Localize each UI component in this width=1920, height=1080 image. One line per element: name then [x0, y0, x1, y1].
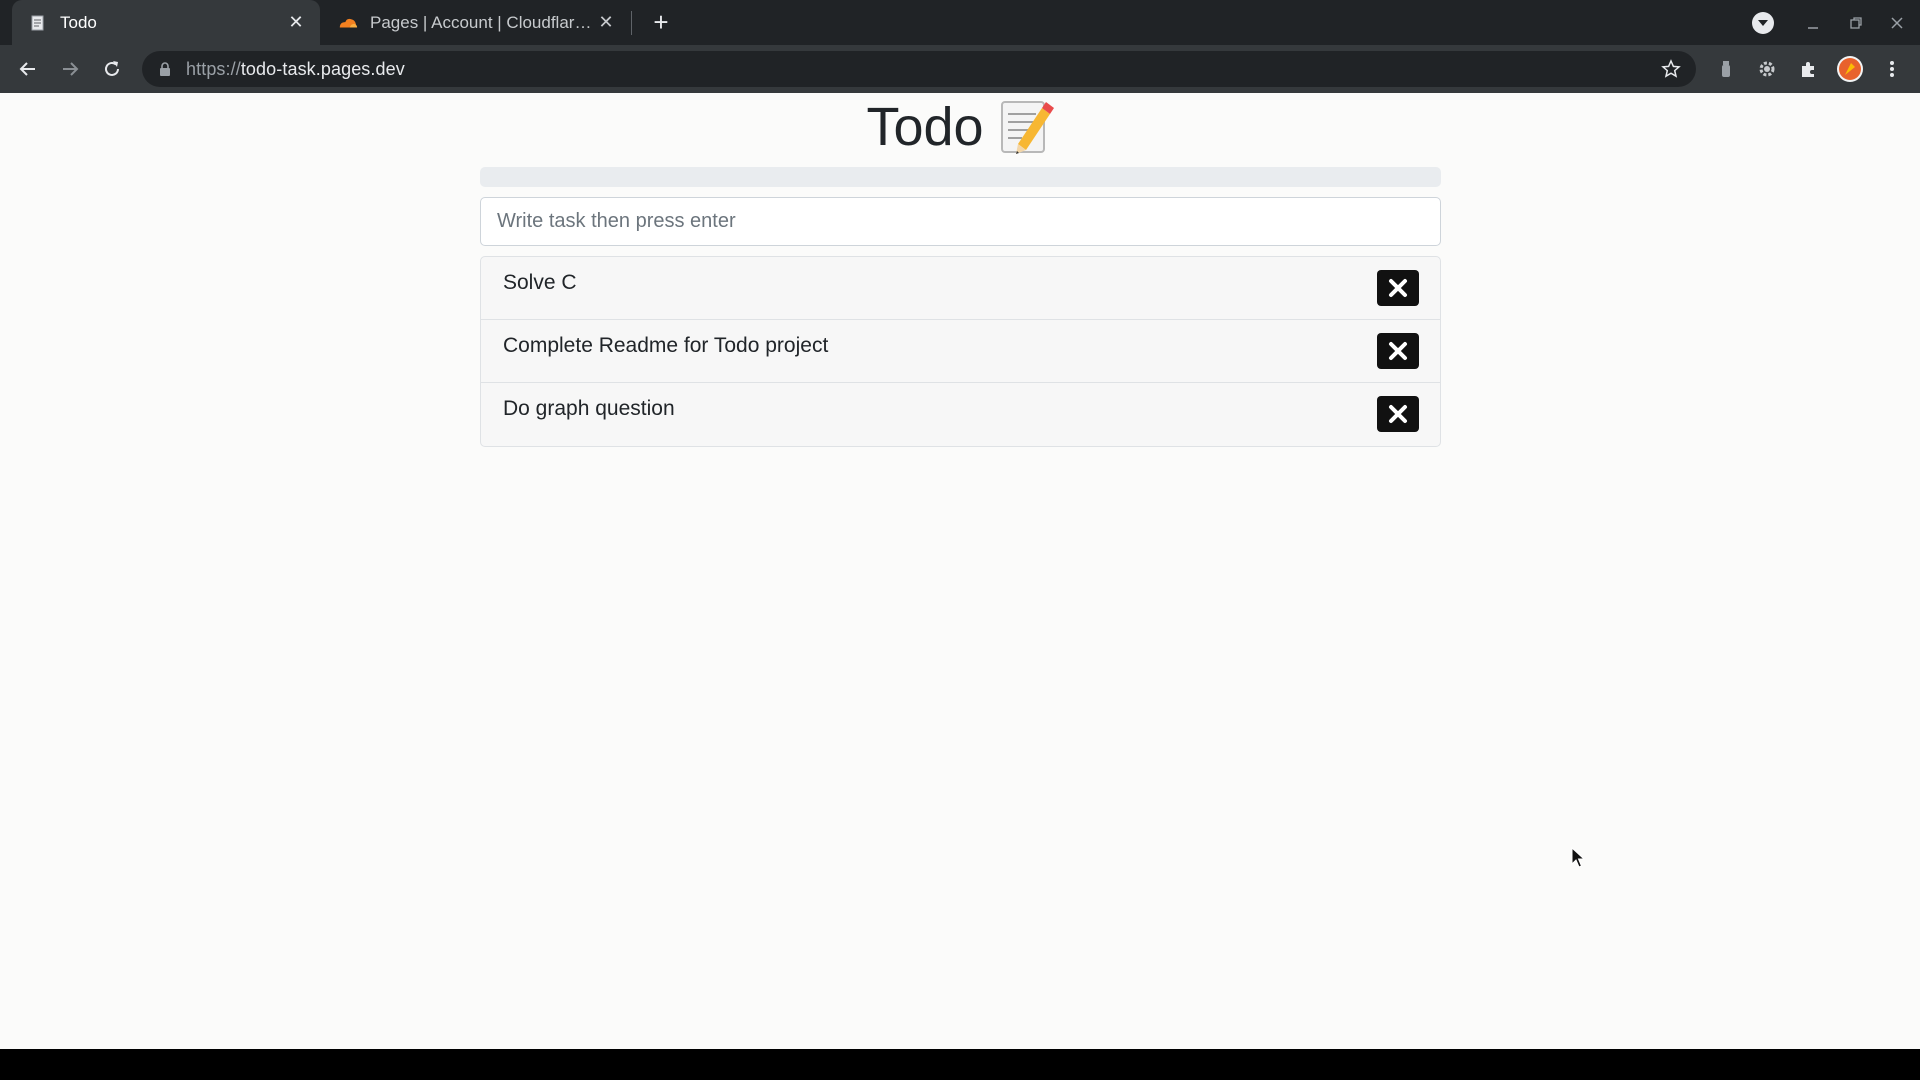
browser-tab-bar: Todo ✕ Pages | Account | Cloudflare - ✕ … — [0, 0, 1920, 45]
delete-task-button[interactable] — [1377, 270, 1419, 306]
tab-separator — [631, 11, 632, 35]
bottom-strip — [0, 1049, 1920, 1080]
browser-toolbar: https://todo-task.pages.dev — [0, 45, 1920, 93]
task-list: Solve C Complete Readme for Todo project… — [480, 256, 1441, 447]
memo-icon — [28, 13, 48, 33]
memo-pencil-icon — [998, 98, 1054, 156]
page-title: Todo — [0, 93, 1920, 161]
back-arrow-icon[interactable] — [14, 55, 42, 83]
tab-title: Pages | Account | Cloudflare - — [370, 12, 594, 32]
task-input[interactable] — [480, 197, 1441, 246]
avatar[interactable] — [1836, 55, 1864, 83]
close-icon — [1389, 342, 1407, 360]
close-window-icon[interactable] — [1877, 0, 1917, 45]
restore-icon[interactable] — [1836, 0, 1876, 45]
more-menu-icon[interactable] — [1878, 55, 1906, 83]
tab-cloudflare[interactable]: Pages | Account | Cloudflare - ✕ — [322, 0, 630, 45]
tab-todo[interactable]: Todo ✕ — [12, 0, 320, 45]
page-title-text: Todo — [866, 97, 984, 157]
close-tab-icon[interactable]: ✕ — [284, 11, 308, 35]
url-scheme: https:// — [186, 58, 241, 79]
close-tab-icon[interactable]: ✕ — [594, 11, 618, 35]
cloudflare-icon — [338, 13, 358, 33]
close-icon — [1389, 279, 1407, 297]
reload-icon[interactable] — [98, 55, 126, 83]
task-text: Complete Readme for Todo project — [503, 334, 829, 357]
close-icon — [1389, 405, 1407, 423]
url-text: https://todo-task.pages.dev — [186, 59, 405, 80]
task-text: Do graph question — [503, 397, 675, 420]
mouse-cursor-icon — [1571, 847, 1585, 868]
list-item[interactable]: Complete Readme for Todo project — [481, 320, 1440, 383]
gear-icon[interactable] — [1753, 55, 1781, 83]
page-viewport: Todo Solve C Complete — [0, 93, 1920, 1049]
minimize-icon[interactable] — [1793, 0, 1833, 45]
lock-icon[interactable] — [158, 61, 172, 77]
list-item[interactable]: Do graph question — [481, 383, 1440, 446]
url-host: todo-task.pages.dev — [240, 58, 405, 79]
forward-arrow-icon[interactable] — [56, 55, 84, 83]
extension-bottle-icon[interactable] — [1712, 55, 1740, 83]
tab-title: Todo — [60, 12, 97, 32]
new-tab-button[interactable]: + — [648, 9, 674, 35]
task-text: Solve C — [503, 271, 577, 294]
tab-search-icon[interactable] — [1752, 12, 1774, 34]
bookmark-star-icon[interactable] — [1660, 58, 1682, 80]
delete-task-button[interactable] — [1377, 396, 1419, 432]
delete-task-button[interactable] — [1377, 333, 1419, 369]
address-bar[interactable]: https://todo-task.pages.dev — [142, 51, 1696, 87]
list-item[interactable]: Solve C — [481, 257, 1440, 320]
puzzle-extensions-icon[interactable] — [1795, 55, 1823, 83]
progress-bar — [480, 167, 1441, 187]
